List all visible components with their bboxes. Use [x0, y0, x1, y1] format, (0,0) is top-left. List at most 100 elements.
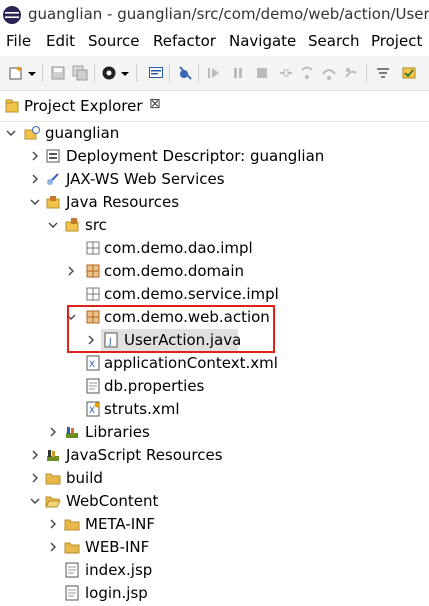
chevron-right-icon[interactable]	[48, 542, 58, 552]
close-icon[interactable]: ⊠	[149, 96, 161, 112]
package-icon	[86, 241, 100, 255]
svg-text:X: X	[89, 360, 95, 370]
chevron-down-icon[interactable]	[30, 197, 40, 207]
menu-edit[interactable]: Edit	[46, 32, 75, 50]
toolbar-separator	[42, 64, 43, 82]
package-icon	[86, 310, 100, 324]
tree-label: WebContent	[66, 492, 159, 510]
tree-label: JavaScript Resources	[66, 446, 223, 464]
tree-label: com.demo.service.impl	[104, 285, 279, 303]
new-dropdown-icon[interactable]	[27, 65, 37, 81]
new-wizard-icon[interactable]	[8, 65, 24, 81]
skip-breakpoints-icon[interactable]	[177, 65, 193, 81]
tree-label: WEB-INF	[85, 538, 150, 556]
tree-item-deployment-descriptor[interactable]: Deployment Descriptor: guanglian	[0, 145, 429, 168]
tree-item-src[interactable]: src	[0, 214, 429, 237]
eclipse-logo-icon	[3, 6, 21, 24]
resume-icon[interactable]	[206, 65, 222, 81]
tree-label: struts.xml	[104, 400, 180, 418]
project-explorer-icon	[5, 99, 19, 113]
console-icon[interactable]	[148, 65, 164, 81]
menu-navigate[interactable]: Navigate	[229, 32, 296, 50]
javascript-resources-icon	[47, 450, 59, 461]
tree-label: com.demo.domain	[104, 262, 245, 280]
run-debug-icon[interactable]	[101, 65, 117, 81]
terminate-icon[interactable]	[254, 65, 270, 81]
toolbar-separator	[169, 64, 170, 82]
web-project-icon	[24, 126, 40, 140]
tree-item-java-file[interactable]: J UserAction.java	[0, 329, 429, 352]
svg-text:J: J	[108, 337, 112, 347]
xml-file-icon: X	[86, 355, 100, 371]
run-dropdown-icon[interactable]	[120, 65, 130, 81]
tree-label: db.properties	[104, 377, 205, 395]
tree-item-package[interactable]: com.demo.service.impl	[0, 283, 429, 306]
project-explorer-tab[interactable]: Project Explorer ⊠	[0, 91, 429, 122]
step-return-icon[interactable]	[343, 65, 359, 81]
tree-label: Deployment Descriptor: guanglian	[66, 147, 325, 165]
tree-item-package[interactable]: com.demo.web.action	[0, 306, 429, 329]
menu-project[interactable]: Project	[371, 32, 422, 50]
step-into-icon[interactable]	[299, 65, 315, 81]
suspend-icon[interactable]	[230, 65, 246, 81]
chevron-down-icon[interactable]	[66, 312, 76, 322]
libraries-icon	[66, 427, 78, 438]
tree-label: Libraries	[85, 423, 150, 441]
tree-item-package[interactable]: com.demo.dao.impl	[0, 237, 429, 260]
chevron-right-icon[interactable]	[30, 174, 40, 184]
tree-label: index.jsp	[85, 561, 153, 579]
toolbar-separator	[198, 64, 199, 82]
chevron-right-icon[interactable]	[30, 450, 40, 460]
save-icon[interactable]	[50, 65, 66, 81]
tree-item-xml-file[interactable]: X applicationContext.xml	[0, 352, 429, 375]
menu-file[interactable]: File	[6, 32, 31, 50]
main-toolbar	[0, 56, 429, 91]
menu-search[interactable]: Search	[308, 32, 360, 50]
chevron-down-icon[interactable]	[48, 220, 58, 230]
tree-item-jsp-file[interactable]: index.jsp	[0, 559, 429, 582]
jsp-file-icon	[65, 562, 79, 578]
tree-item-project[interactable]: guanglian	[0, 122, 429, 145]
source-folder-icon	[65, 218, 79, 232]
tree-item-jsp-file[interactable]: login.jsp	[0, 582, 429, 605]
use-step-filters-icon[interactable]	[375, 65, 391, 81]
tree-item-xml-file[interactable]: X struts.xml	[0, 398, 429, 421]
chevron-down-icon[interactable]	[30, 496, 40, 506]
tree-item-folder[interactable]: META-INF	[0, 513, 429, 536]
chevron-right-icon[interactable]	[48, 427, 58, 437]
open-task-icon[interactable]	[401, 65, 417, 81]
tree-item-libraries[interactable]: Libraries	[0, 421, 429, 444]
java-file-icon: J	[104, 332, 118, 348]
chevron-right-icon[interactable]	[30, 473, 40, 483]
menu-refactor[interactable]: Refactor	[153, 32, 216, 50]
tree-item-folder[interactable]: build	[0, 467, 429, 490]
chevron-right-icon[interactable]	[86, 335, 96, 345]
web-services-icon	[47, 173, 59, 185]
properties-file-icon	[86, 378, 100, 394]
tree-item-folder[interactable]: WEB-INF	[0, 536, 429, 559]
tree-item-properties-file[interactable]: db.properties	[0, 375, 429, 398]
window-titlebar: guanglian - guanglian/src/com/demo/web/a…	[0, 0, 429, 30]
menu-bar: File Edit Source Refactor Navigate Searc…	[0, 30, 429, 54]
open-folder-icon	[45, 496, 61, 508]
step-over-icon[interactable]	[321, 65, 337, 81]
svg-text:X: X	[89, 406, 95, 416]
chevron-right-icon[interactable]	[48, 519, 58, 529]
chevron-right-icon[interactable]	[30, 151, 40, 161]
chevron-right-icon[interactable]	[66, 266, 76, 276]
jsp-file-icon	[65, 585, 79, 601]
chevron-down-icon[interactable]	[6, 128, 16, 138]
folder-icon	[64, 519, 80, 531]
save-all-icon[interactable]	[72, 65, 88, 81]
tree-item-javascript-resources[interactable]: JavaScript Resources	[0, 444, 429, 467]
view-title: Project Explorer	[24, 97, 143, 115]
folder-icon	[45, 473, 61, 485]
tree-item-jaxws[interactable]: JAX-WS Web Services	[0, 168, 429, 191]
tree-item-java-resources[interactable]: Java Resources	[0, 191, 429, 214]
menu-source[interactable]: Source	[88, 32, 140, 50]
disconnect-icon[interactable]	[278, 65, 294, 81]
tree-item-folder[interactable]: WebContent	[0, 490, 429, 513]
tree-item-package[interactable]: com.demo.domain	[0, 260, 429, 283]
window-title: guanglian - guanglian/src/com/demo/web/a…	[28, 5, 429, 23]
tree-label: build	[66, 469, 103, 487]
